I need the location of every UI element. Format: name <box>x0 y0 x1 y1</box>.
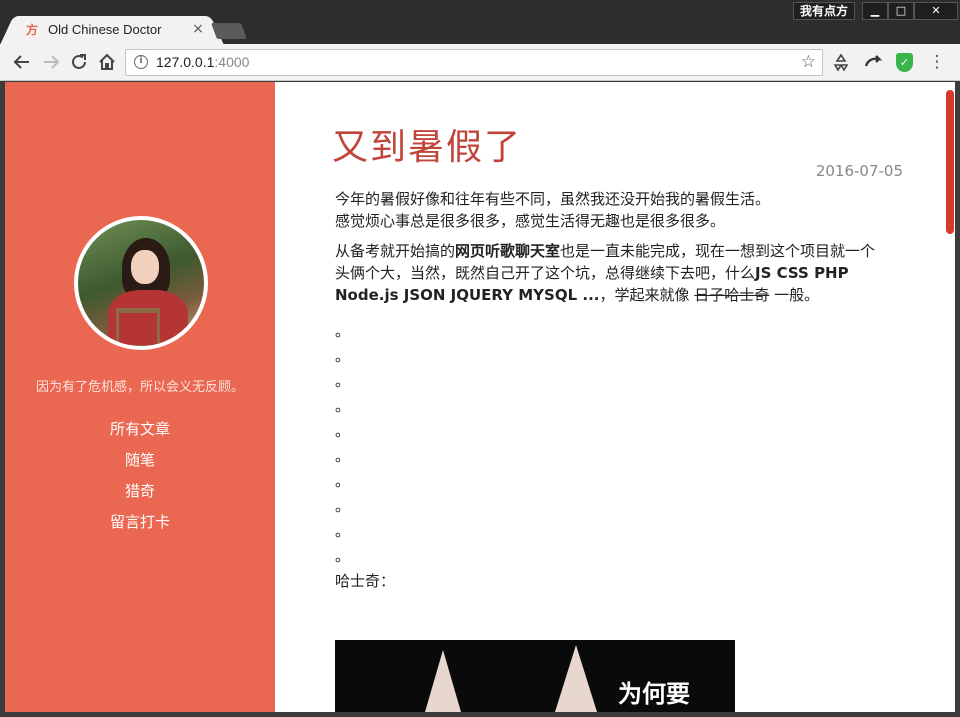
menu-icon[interactable]: ⋮ <box>926 51 948 73</box>
tab-close-icon[interactable]: × <box>190 21 206 37</box>
dot-line: 。 <box>335 447 351 465</box>
window-controls: ▁ □ ✕ <box>862 2 958 20</box>
dot-line: 。 <box>335 322 351 340</box>
home-icon[interactable] <box>96 51 118 73</box>
send-icon[interactable] <box>862 51 884 73</box>
profile-button[interactable]: 我有点方 <box>793 2 855 20</box>
back-icon[interactable] <box>11 51 33 73</box>
post-content: 又到暑假了 2016-07-05 今年的暑假好像和往年有些不同，虽然我还没开始我… <box>275 82 945 712</box>
sidebar-motto: 因为有了危机感，所以会义无反顾。 <box>35 380 244 395</box>
star-icon[interactable]: ☆ <box>801 52 816 72</box>
paragraph-1: 今年的暑假好像和往年有些不同，虽然我还没开始我的暑假生活。 感觉烦心事总是很多很… <box>335 188 887 232</box>
dot-line: 。 <box>335 472 351 490</box>
tab-title: Old Chinese Doctor <box>48 22 162 37</box>
post-date: 2016-07-05 <box>815 162 903 180</box>
scrollbar-thumb[interactable] <box>946 90 954 234</box>
dot-line: 。 <box>335 347 351 365</box>
dots-list: 。 。 。 。 。 。 。 。 。 。 <box>335 320 887 570</box>
favicon-icon: 方 <box>26 23 39 37</box>
maximize-button[interactable]: □ <box>888 2 914 20</box>
p1-line-2: 感觉烦心事总是很多很多，感觉生活得无趣也是很多很多。 <box>335 212 726 230</box>
browser-tab[interactable]: 方 Old Chinese Doctor × <box>14 16 210 44</box>
close-window-button[interactable]: ✕ <box>914 2 958 20</box>
dot-line: 。 <box>335 522 351 540</box>
p1-line-1: 今年的暑假好像和往年有些不同，虽然我还没开始我的暑假生活。 <box>335 190 771 208</box>
nav-curiosities[interactable]: 猎奇 <box>5 480 275 511</box>
shield-icon[interactable]: ✓ <box>896 53 913 72</box>
post-body: 今年的暑假好像和往年有些不同，虽然我还没开始我的暑假生活。 感觉烦心事总是很多很… <box>335 188 887 592</box>
sidebar-nav: 所有文章 随笔 猎奇 留言打卡 <box>5 418 275 542</box>
nav-guestbook[interactable]: 留言打卡 <box>5 511 275 542</box>
page-viewport: 因为有了危机感，所以会义无反顾。 所有文章 随笔 猎奇 留言打卡 又到暑假了 2… <box>5 82 955 712</box>
nav-essays[interactable]: 随笔 <box>5 449 275 480</box>
address-bar[interactable]: i 127.0.0.1:4000 ☆ <box>125 49 823 76</box>
dot-line: 。 <box>335 397 351 415</box>
avatar <box>74 216 208 350</box>
husky-ear-left <box>425 650 461 712</box>
husky-label: 哈士奇： <box>335 572 396 590</box>
husky-image: 为何要 <box>335 640 735 712</box>
dot-line: 。 <box>335 422 351 440</box>
sidebar: 因为有了危机感，所以会义无反顾。 所有文章 随笔 猎奇 留言打卡 <box>5 82 275 712</box>
project-name: 网页听歌聊天室 <box>455 242 561 260</box>
minimize-button[interactable]: ▁ <box>862 2 888 20</box>
new-tab-button[interactable] <box>211 23 247 39</box>
page-scrollbar[interactable] <box>945 82 955 712</box>
image-caption: 为何要 <box>618 680 690 708</box>
url-text: 127.0.0.1:4000 <box>156 54 250 70</box>
reload-icon[interactable] <box>68 51 90 73</box>
info-icon[interactable]: i <box>134 55 148 69</box>
nav-all-articles[interactable]: 所有文章 <box>5 418 275 449</box>
post-title: 又到暑假了 <box>332 127 523 168</box>
title-bar: 方 Old Chinese Doctor × 我有点方 ▁ □ ✕ <box>0 0 960 44</box>
paragraph-2: 从备考就开始搞的网页听歌聊天室也是一直未能完成，现在一想到这个项目就一个头俩个大… <box>335 242 876 304</box>
recycle-icon[interactable] <box>830 51 852 73</box>
window-frame-bottom <box>0 712 960 717</box>
husky-ear-right <box>555 645 597 712</box>
dot-line: 。 <box>335 372 351 390</box>
forward-icon[interactable] <box>40 51 62 73</box>
strikethrough-text: 日子哈士奇 <box>694 286 770 304</box>
avatar-chair <box>116 308 160 346</box>
avatar-face <box>131 250 159 284</box>
dot-line: 。 <box>335 497 351 515</box>
browser-toolbar: i 127.0.0.1:4000 ☆ ✓ ⋮ <box>0 44 960 81</box>
dot-line: 。 <box>335 547 351 565</box>
